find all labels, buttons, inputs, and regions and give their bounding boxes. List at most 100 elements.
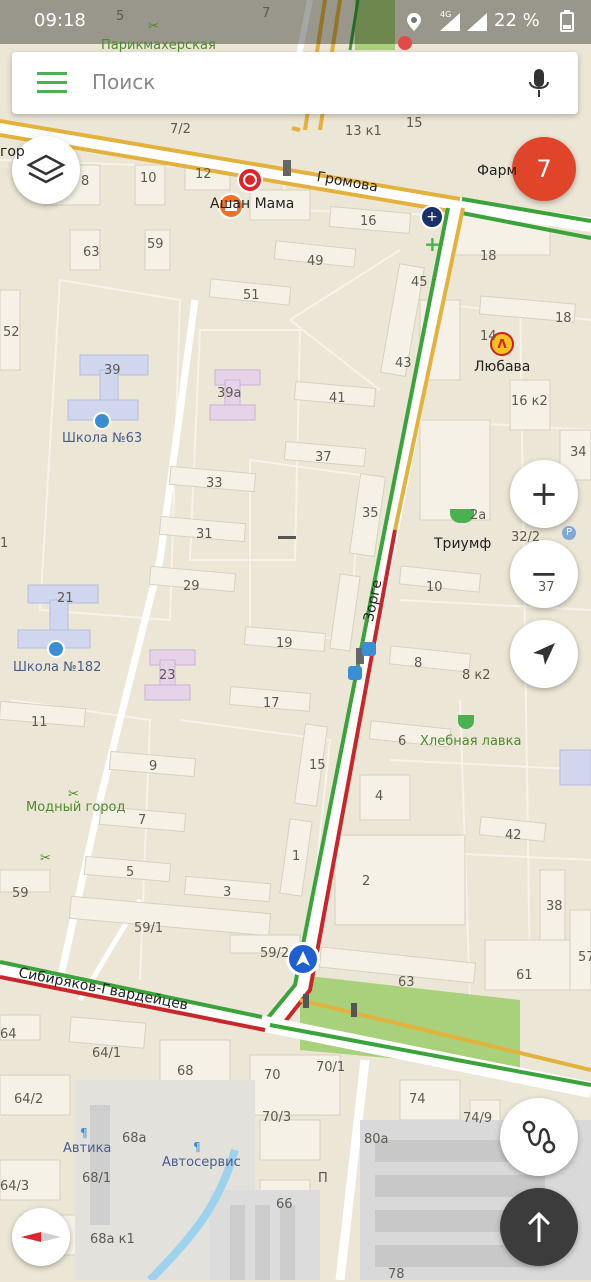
compass-button[interactable] [12,1208,70,1266]
search-input[interactable]: Поиск [92,72,155,92]
house-number: 39а [217,386,242,401]
house-number: 2 [362,874,371,889]
battery-text: 22 % [494,10,540,31]
house-number: 8 [81,174,90,189]
menu-icon[interactable] [37,72,67,94]
route-icon [522,1120,556,1154]
poi-label-avtika: Автика [63,1141,112,1156]
user-location-marker[interactable] [286,942,320,976]
scissors-icon: ✂ [148,19,159,34]
house-number: 7 [138,813,147,828]
house-number: 7/2 [170,122,191,137]
poi-label-khlebnaya: Хлебная лавка [420,734,522,749]
house-number: 10 [140,171,157,186]
notification-count: 7 [536,155,552,183]
house-number: 52 [3,325,20,340]
house-number: 14 [480,329,497,344]
search-bar[interactable]: Поиск [12,52,578,114]
house-number: 70 [264,1068,281,1083]
house-number: 1 [0,536,9,551]
my-location-button[interactable] [510,620,578,688]
house-number: 15 [406,116,423,131]
navigation-arrow-icon [527,1211,551,1242]
parking-icon: P [562,526,576,540]
house-number: 66 [276,1197,293,1212]
house-number: 7 [262,6,271,21]
house-number: 37 [538,580,555,595]
house-number: 18 [555,311,572,326]
house-number: 9 [149,759,158,774]
bus-stop-icon [348,666,362,680]
house-number: 42 [505,828,522,843]
navigation-button[interactable] [500,1188,578,1266]
poi-label-avto-mama: Ашан Мама [210,196,295,212]
poi-pharmacy-icon[interactable]: + [420,205,444,229]
house-number: 70/3 [262,1110,292,1125]
house-number: 68/1 [82,1171,112,1186]
notification-badge[interactable]: 7 [512,137,576,201]
house-number: 64/3 [0,1179,30,1194]
poi-school63-icon [93,412,111,430]
zoom-out-button[interactable]: − [510,540,578,608]
heading-arrow-icon [296,951,310,966]
poi-label-lyubava: Любава [474,359,531,375]
house-number: 2а [470,508,487,523]
house-number: 11 [31,715,48,730]
house-number: 74 [409,1092,426,1107]
house-number: 17 [263,696,280,711]
hospital-icon [398,36,412,50]
poi-label-avtoservis: Автосервис [162,1155,241,1170]
scissors-3-icon: ✂ [40,851,51,866]
house-number: 59 [12,886,29,901]
poi-label-school182: Школа №182 [13,660,102,675]
poi-label-gor: гор [0,144,25,160]
route-button[interactable] [500,1098,578,1176]
house-number: 59/1 [134,921,164,936]
house-number: 31 [196,527,213,542]
status-time: 09:18 [34,10,86,31]
signal-icon [440,13,460,31]
house-number: 41 [329,391,346,406]
house-number: 64 [0,1027,17,1042]
house-number: 33 [206,476,223,491]
house-number: 64/1 [92,1046,122,1061]
house-number: 16 к2 [511,394,548,409]
house-number: 49 [307,254,324,269]
house-number: 5 [126,865,135,880]
zoom-in-icon: + [529,474,559,514]
microphone-icon[interactable] [527,68,551,100]
compass-icon [21,1232,61,1242]
house-number: 63 [83,245,100,260]
cutlery-2-icon: ¶ [193,1140,201,1154]
house-number: 6 [398,734,407,749]
map-canvas[interactable] [0,0,591,1280]
house-number: 3 [223,885,232,900]
poi-auchan-icon[interactable] [237,167,263,193]
house-number: 51 [243,288,260,303]
bus-stop-2-icon [362,642,376,656]
poi-label-modny-gorod: Модный город [26,800,126,815]
house-number: 37 [315,450,332,465]
monument-icon [303,994,309,1008]
house-number: 38 [546,899,563,914]
signal-2-icon [467,13,487,31]
poi-label-farm: Фарм [477,163,518,179]
house-number: 1 [292,849,301,864]
poi-label-triumf: Триумф [434,536,492,552]
house-number: 43 [395,356,412,371]
house-number: 8 [414,656,423,671]
house-number: 78 [388,1267,405,1282]
house-number: 59/2 [260,946,290,961]
poi-label-school63: Школа №63 [62,431,143,446]
house-number: 32/2 [511,530,541,545]
house-number: 74/9 [463,1111,493,1126]
my-location-icon [533,643,555,665]
house-number: 39 [104,363,121,378]
house-number: 8 к2 [462,668,491,683]
house-number: 68 [177,1064,194,1079]
house-number: 59 [147,237,164,252]
house-number: 61 [516,968,533,983]
house-number: 19 [276,636,293,651]
zoom-in-button[interactable]: + [510,460,578,528]
battery-icon [560,10,574,32]
